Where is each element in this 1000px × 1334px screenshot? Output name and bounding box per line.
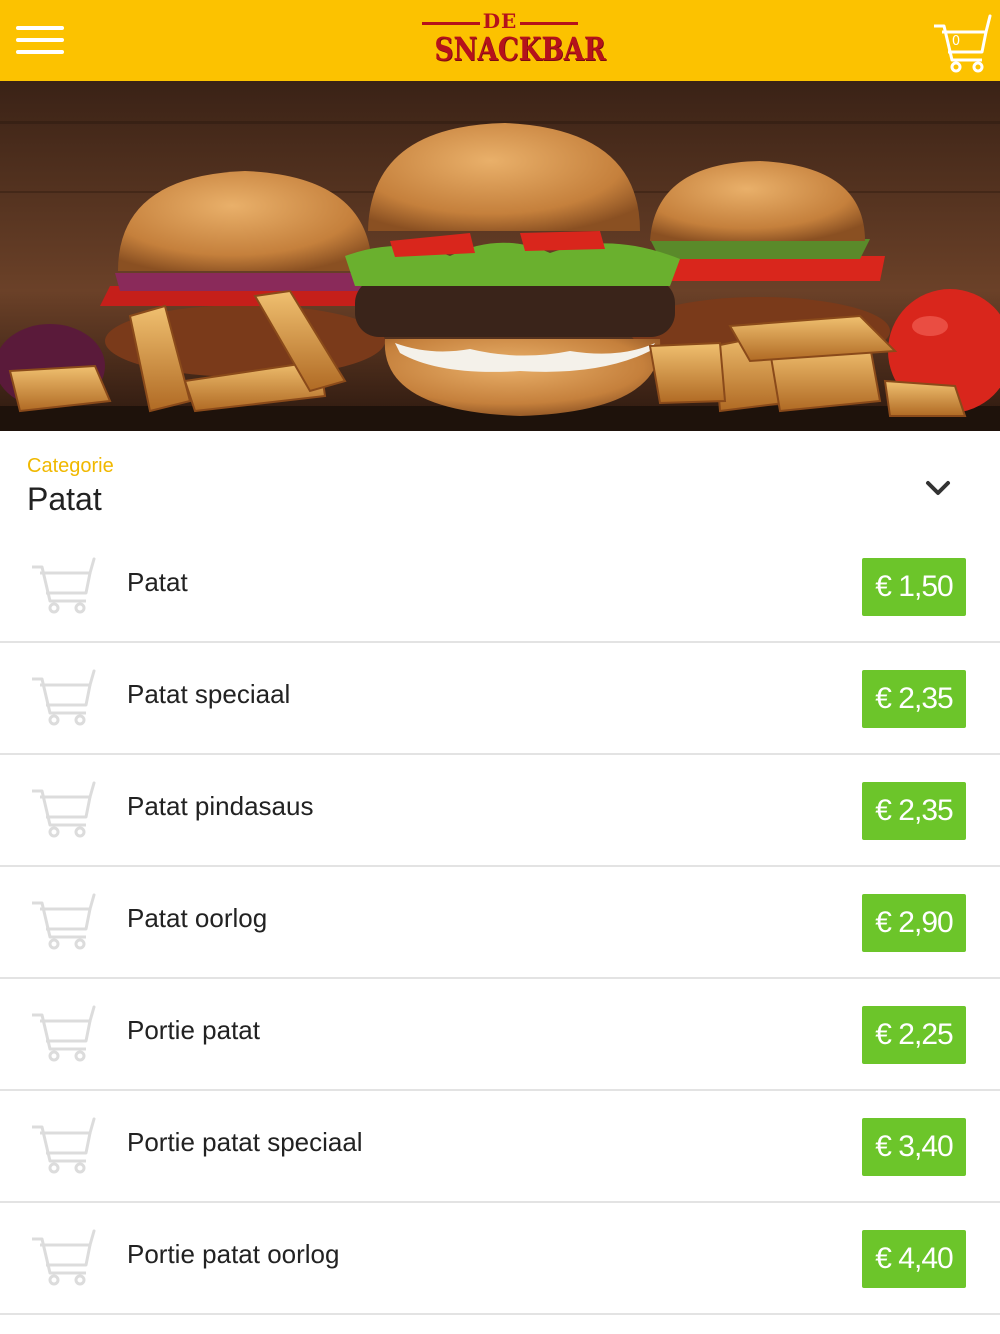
product-name: Portie patat speciaal	[127, 1127, 363, 1157]
add-to-cart-icon[interactable]	[30, 893, 100, 951]
top-bar: DE SNACKBAR 0	[0, 0, 1000, 81]
product-list-item[interactable]: Patat speciaal € 2,35	[0, 643, 1000, 755]
shopping-cart-button[interactable]: 0	[930, 10, 994, 74]
price-button[interactable]: € 2,35	[862, 782, 966, 840]
add-to-cart-icon[interactable]	[30, 1117, 100, 1175]
add-to-cart-icon[interactable]	[30, 781, 100, 839]
product-list-item[interactable]: Patat € 1,50	[0, 531, 1000, 643]
add-to-cart-icon[interactable]	[30, 1229, 100, 1287]
cart-count-badge: 0	[951, 34, 961, 49]
price-button[interactable]: € 2,90	[862, 894, 966, 952]
price-button[interactable]: € 3,40	[862, 1118, 966, 1176]
price-button[interactable]: € 2,25	[862, 1006, 966, 1064]
logo-main-text: SNACKBAR	[434, 30, 606, 68]
category-value: Patat	[27, 481, 102, 517]
product-list-item[interactable]: Portie patat speciaal € 3,40	[0, 1091, 1000, 1203]
product-name: Patat oorlog	[127, 903, 268, 933]
product-list: Patat € 1,50 Patat speciaal € 2,35 Patat…	[0, 531, 1000, 1315]
product-name: Portie patat	[127, 1015, 260, 1045]
product-list-item[interactable]: Patat oorlog € 2,90	[0, 867, 1000, 979]
product-list-item[interactable]: Portie patat oorlog € 4,40	[0, 1203, 1000, 1315]
price-button[interactable]: € 2,35	[862, 670, 966, 728]
snackbar-logo[interactable]: DE SNACKBAR	[420, 10, 606, 72]
product-name: Patat pindasaus	[127, 791, 314, 821]
add-to-cart-icon[interactable]	[30, 1005, 100, 1063]
product-name: Patat	[127, 567, 188, 597]
product-list-item[interactable]: Portie patat € 2,25	[0, 979, 1000, 1091]
price-button[interactable]: € 1,50	[862, 558, 966, 616]
add-to-cart-icon[interactable]	[30, 669, 100, 727]
category-selector[interactable]: Categorie Patat	[0, 431, 1000, 531]
hamburger-menu-icon[interactable]	[16, 26, 64, 56]
add-to-cart-icon[interactable]	[30, 557, 100, 615]
product-name: Portie patat oorlog	[127, 1239, 340, 1269]
product-name: Patat speciaal	[127, 679, 291, 709]
category-label: Categorie	[27, 455, 114, 477]
product-list-item[interactable]: Patat pindasaus € 2,35	[0, 755, 1000, 867]
price-button[interactable]: € 4,40	[862, 1230, 966, 1288]
hero-burger-image	[0, 81, 1000, 431]
chevron-down-icon[interactable]	[924, 479, 952, 499]
